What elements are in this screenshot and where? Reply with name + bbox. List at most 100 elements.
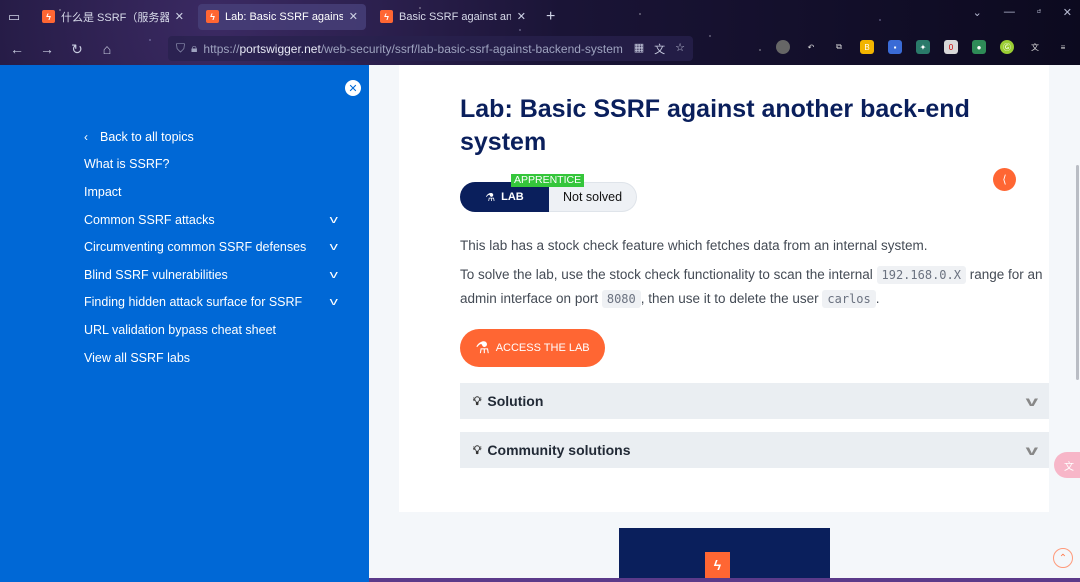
chevron-up-icon: ⌃	[1058, 552, 1068, 564]
sidebar-item-what-is-ssrf[interactable]: What is SSRF?	[84, 151, 336, 179]
tab-title: Basic SSRF against another b	[399, 10, 511, 23]
forward-icon[interactable]: →	[34, 41, 60, 57]
lab-intro: This lab has a stock check feature which…	[460, 238, 928, 253]
lab-description: This lab has a stock check feature which…	[460, 234, 1060, 317]
url-actions: ▦ 文 ☆	[634, 41, 685, 57]
tab-overview-icon[interactable]: ▭	[0, 0, 28, 33]
lab-card: Lab: Basic SSRF against another back-end…	[399, 65, 1049, 512]
browser-chrome: ▭ ϟ 什么是 SSRF（服务器端请求伪 ✕ ϟ Lab: Basic SSRF…	[0, 0, 1080, 65]
portswigger-favicon-icon: ϟ	[380, 10, 393, 23]
extension-dot-icon[interactable]	[776, 40, 790, 54]
sidebar-item-label: What is SSRF?	[84, 157, 170, 172]
minimize-icon[interactable]: —	[1004, 6, 1015, 19]
translate-icon[interactable]: 文	[654, 41, 665, 57]
new-tab-button[interactable]: +	[546, 8, 555, 26]
portswigger-logo-banner: ϟ	[619, 528, 830, 582]
browser-tab-1[interactable]: ϟ 什么是 SSRF（服务器端请求伪 ✕	[34, 4, 192, 30]
url-text: https://portswigger.net/web-security/ssr…	[203, 41, 623, 56]
reload-icon[interactable]: ↻	[64, 41, 90, 58]
sidebar-nav: ‹ Back to all topics What is SSRF? Impac…	[84, 123, 337, 372]
scroll-to-top-button[interactable]: ⌃	[1053, 548, 1073, 568]
code-port: 8080	[601, 290, 641, 308]
sidebar-item-impact[interactable]: Impact	[84, 178, 336, 206]
tab-list-icon[interactable]: ⌄	[973, 6, 982, 19]
qr-code-icon[interactable]: ▦	[634, 41, 644, 57]
extension-puzzle-icon[interactable]: ⧉	[832, 40, 846, 54]
sidebar-item-label: Finding hidden attack surface for SSRF	[84, 295, 303, 310]
save-icon[interactable]: ▪	[888, 40, 902, 54]
browser-tab-3[interactable]: ϟ Basic SSRF against another b ✕	[372, 4, 534, 30]
bookmark-star-icon[interactable]: ☆	[675, 41, 685, 57]
tab-strip: ▭ ϟ 什么是 SSRF（服务器端请求伪 ✕ ϟ Lab: Basic SSRF…	[0, 0, 1080, 33]
main-content: Lab: Basic SSRF against another back-end…	[369, 65, 1080, 582]
portswigger-favicon-icon: ϟ	[42, 10, 55, 23]
share-button[interactable]: ⟨	[993, 168, 1016, 191]
close-icon[interactable]: ✕	[175, 10, 184, 23]
back-icon[interactable]: ←	[4, 41, 30, 57]
chevron-down-icon[interactable]: v	[329, 296, 337, 308]
browser-tab-2[interactable]: ϟ Lab: Basic SSRF against anoth ✕	[198, 3, 366, 30]
sidebar-item-blind-ssrf[interactable]: Blind SSRF vulnerabilities v	[84, 261, 337, 289]
shield-icon[interactable]: ⛉	[176, 41, 185, 56]
chevron-down-icon: v	[1025, 393, 1039, 409]
chevron-down-icon[interactable]: v	[329, 214, 337, 226]
tab-title: 什么是 SSRF（服务器端请求伪	[61, 11, 169, 24]
sidebar-item-label: View all SSRF labs	[84, 350, 191, 365]
address-bar[interactable]: ⛉ 🔒︎ https://portswigger.net/web-securit…	[168, 36, 693, 61]
solution-accordion[interactable]: 💡︎ Solution v	[460, 383, 1049, 419]
sidebar-item-label: URL validation bypass cheat sheet	[84, 322, 277, 337]
chevron-down-icon[interactable]: v	[329, 241, 337, 253]
community-icon: 💡︎	[473, 442, 482, 457]
sidebar-item-label: Back to all topics	[100, 129, 194, 144]
page-title: Lab: Basic SSRF against another back-end…	[460, 95, 970, 156]
accordion-label: Solution	[487, 393, 544, 409]
burp-extension-icon[interactable]: B	[860, 40, 874, 54]
close-sidebar-icon[interactable]: ✕	[345, 80, 361, 96]
extension-icon[interactable]: ●	[972, 40, 986, 54]
home-icon[interactable]: ⌂	[94, 41, 120, 57]
sidebar-item-view-all-labs[interactable]: View all SSRF labs	[84, 344, 336, 372]
sidebar-item-label: Circumventing common SSRF defenses	[84, 240, 307, 255]
extension-icon[interactable]: ✦	[916, 40, 930, 54]
access-lab-label: ACCESS THE LAB	[495, 342, 590, 354]
community-solutions-accordion[interactable]: 💡︎ Community solutions v	[460, 432, 1049, 468]
level-badge: APPRENTICE	[511, 174, 585, 187]
extensions-toolbar: ↶ ⧉ B ▪ ✦ 0 ● Ⓖ 文 ≡	[776, 40, 1070, 54]
notification-badge-icon[interactable]: 0	[944, 40, 958, 54]
sidebar-item-label: Blind SSRF vulnerabilities	[84, 267, 228, 282]
nav-bar: ← → ↻ ⌂ ⛉ 🔒︎ https://portswigger.net/web…	[0, 33, 1080, 65]
close-window-icon[interactable]: ✕	[1063, 6, 1072, 19]
undo-icon[interactable]: ↶	[804, 40, 818, 54]
translate-icon: 文	[1064, 461, 1074, 473]
topic-sidebar: ✕ ‹ Back to all topics What is SSRF? Imp…	[0, 65, 369, 582]
sidebar-item-circumventing-defenses[interactable]: Circumventing common SSRF defenses v	[84, 233, 337, 261]
translate-icon[interactable]: 文	[1028, 40, 1042, 54]
lab-type-label: LAB	[501, 191, 524, 203]
window-controls: ⌄ — ▫ ✕	[973, 6, 1072, 19]
sidebar-item-common-attacks[interactable]: Common SSRF attacks v	[84, 206, 337, 234]
menu-icon[interactable]: ≡	[1056, 40, 1070, 54]
sidebar-item-label: Common SSRF attacks	[84, 212, 215, 227]
share-icon: ⟨	[1002, 174, 1007, 186]
access-lab-button[interactable]: ⚗︎ ACCESS THE LAB	[460, 329, 605, 367]
chevron-down-icon: v	[1025, 442, 1039, 458]
lab-badge: ⚗︎ LAB Not solved APPRENTICE	[460, 174, 637, 212]
lock-icon[interactable]: 🔒︎	[191, 41, 197, 56]
lab-task: To solve the lab, use the stock check fu…	[460, 266, 1043, 308]
back-to-topics-link[interactable]: ‹ Back to all topics	[84, 123, 336, 151]
accordion-label: Community solutions	[487, 442, 631, 458]
close-icon[interactable]: ✕	[517, 10, 526, 23]
flask-icon: ⚗︎	[475, 340, 490, 357]
extension-icon[interactable]: Ⓖ	[1000, 40, 1014, 54]
code-ip-range: 192.168.0.X	[876, 266, 966, 284]
close-icon[interactable]: ✕	[349, 10, 358, 23]
code-username: carlos	[822, 290, 876, 308]
translate-float-button[interactable]: 文	[1054, 452, 1080, 478]
tab-title: Lab: Basic SSRF against anoth	[225, 10, 343, 23]
sidebar-item-hidden-attack-surface[interactable]: Finding hidden attack surface for SSRF v	[84, 289, 337, 317]
chevron-down-icon[interactable]: v	[329, 269, 337, 281]
scrollbar-thumb[interactable]	[1076, 165, 1079, 380]
restore-icon[interactable]: ▫	[1037, 6, 1041, 19]
bottom-edge	[369, 578, 1080, 582]
sidebar-item-url-validation-cheat-sheet[interactable]: URL validation bypass cheat sheet	[84, 316, 336, 344]
